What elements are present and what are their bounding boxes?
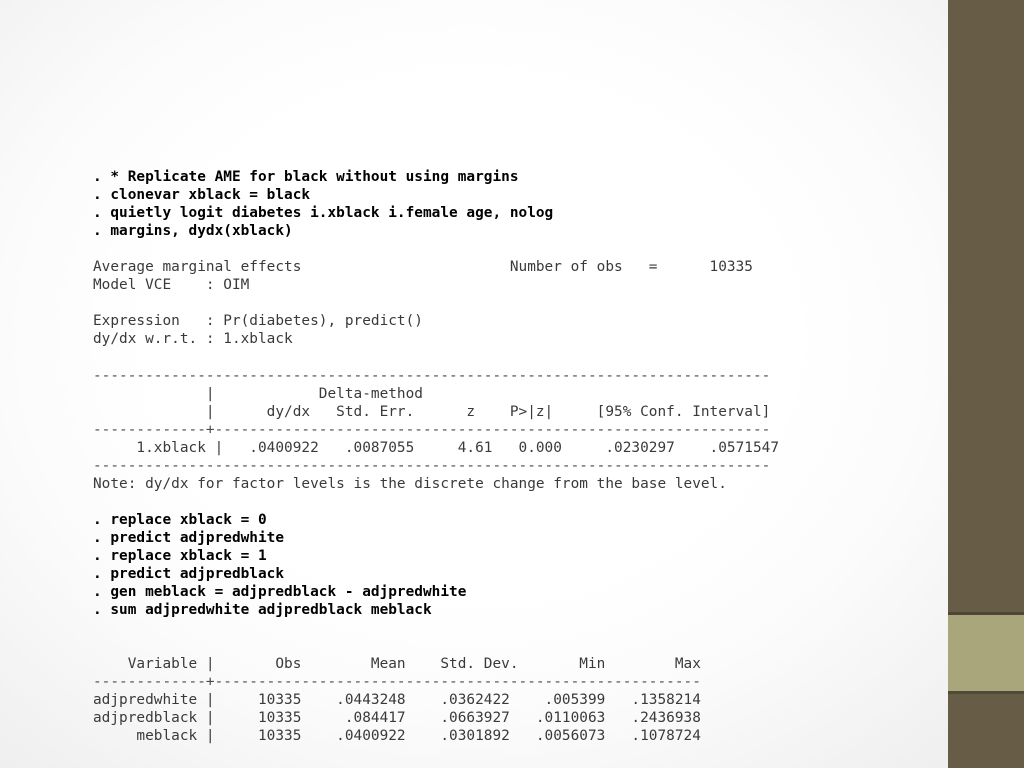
console-output-line: | dy/dx Std. Err. z P>|z| [95% Conf. Int… — [93, 403, 771, 420]
sidebar-accent-bottom-rule — [948, 691, 1024, 694]
console-table-rule: ----------------------------------------… — [93, 457, 771, 474]
console-output-line: Expression : Pr(diabetes), predict() — [93, 313, 423, 330]
console-command-line: . margins, dydx(xblack) — [93, 223, 293, 240]
console-table-rule: -------------+--------------------------… — [93, 674, 701, 691]
console-output-line: Note: dy/dx for factor levels is the dis… — [93, 475, 727, 492]
slide-canvas: . * Replicate AME for black without usin… — [0, 0, 1024, 768]
console-output-line: Model VCE : OIM — [93, 277, 250, 294]
console-command-line: . predict adjpredwhite — [93, 529, 285, 546]
console-command-line: . * Replicate AME for black without usin… — [93, 169, 519, 185]
console-output-line: Variable | Obs Mean Std. Dev. Min Max — [93, 656, 701, 673]
console-table-rule: -------------+--------------------------… — [93, 421, 771, 438]
console-command-line: . clonevar xblack = black — [93, 187, 311, 204]
console-output-line: adjpredblack | 10335 .084417 .0663927 .0… — [93, 710, 701, 727]
console-output-line: meblack | 10335 .0400922 .0301892 .00560… — [93, 728, 701, 745]
console-command-line: . predict adjpredblack — [93, 566, 285, 583]
console-command-line: . replace xblack = 1 — [93, 547, 267, 564]
stata-console-output: . * Replicate AME for black without usin… — [93, 168, 933, 746]
console-table-rule: ----------------------------------------… — [93, 367, 771, 384]
console-command-line: . gen meblack = adjpredblack - adjpredwh… — [93, 584, 467, 601]
console-command-line: . replace xblack = 0 — [93, 511, 267, 528]
console-output-line: adjpredwhite | 10335 .0443248 .0362422 .… — [93, 692, 701, 709]
console-output-line: dy/dx w.r.t. : 1.xblack — [93, 331, 293, 348]
console-output-line: 1.xblack | .0400922 .0087055 4.61 0.000 … — [93, 439, 780, 456]
console-command-line: . quietly logit diabetes i.xblack i.fema… — [93, 205, 554, 222]
sidebar-accent-block — [948, 615, 1024, 691]
console-output-line: Average marginal effects Number of obs =… — [93, 259, 753, 276]
console-output-line: | Delta-method — [93, 385, 423, 402]
console-command-line: . sum adjpredwhite adjpredblack meblack — [93, 602, 432, 619]
